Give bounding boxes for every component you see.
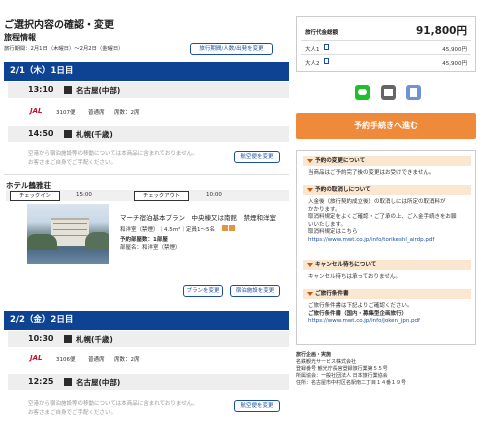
nonsmoking-icon: [222, 225, 228, 231]
terms-text: ご旅行条件書は下記よりご確認ください。 ご旅行条件書（国内・募集型企画旅行） h…: [308, 303, 420, 324]
triangle-icon: [307, 188, 313, 192]
change-flight-button[interactable]: 航空便を変更: [234, 400, 280, 412]
edit-icon[interactable]: [324, 58, 329, 64]
jal-logo-icon: JAL: [30, 354, 43, 362]
transfer-note: 空港から宿泊施設等の移動については本商品に含まれておりません。: [28, 151, 198, 157]
day2-header: 2/2（金）2日目: [4, 311, 289, 330]
change-trip-button[interactable]: 旅行期間/人数/出発を変更: [190, 43, 273, 55]
proceed-button[interactable]: 予約手続きへ進む: [296, 113, 476, 139]
hotel-photo: [27, 204, 109, 264]
total-label: 旅行代金総額: [305, 30, 339, 36]
day1-departure: 13:10 名古屋(中部): [8, 82, 289, 98]
room-name: 部屋名：和洋室（禁煙）: [120, 245, 181, 251]
triangle-icon: [307, 159, 313, 163]
section-cancel-header: 予約の取消しについて: [303, 185, 471, 195]
checkin-time: 15:00: [76, 192, 92, 198]
total-price: 91,800円: [415, 25, 467, 37]
arrival-marker-icon: [64, 378, 72, 386]
change-hotel-button[interactable]: 宿泊施設を変更: [230, 285, 280, 297]
company-info: 旅行企画・実施 名鉄観光サービス株式会社 登録番号 観光庁長官登録旅行業第５５号…: [296, 352, 407, 386]
price-box: 旅行代金総額 91,800円 大人1 45,900円 大人2 45,900円: [296, 16, 476, 72]
arrival-time: 14:50: [28, 129, 54, 138]
departure-marker-icon: [64, 335, 72, 343]
day1-header: 2/1（木）1日目: [4, 62, 289, 81]
change-policy-text: 当商品はご予約完了後の変更はお受けできません。: [308, 170, 435, 176]
day2-arrival: 12:25 名古屋(中部): [8, 374, 289, 390]
jal-logo-icon: JAL: [30, 107, 43, 115]
cancel-policy-text: 入金後（旅行契約成立後）の取消しには所定の取消料が かかります。 取消料規定をよ…: [308, 199, 457, 243]
rooms-booked: 予約部屋数：1部屋: [120, 237, 168, 243]
departure-city: 名古屋(中部): [76, 86, 121, 95]
transfer-note-2: お客さまご自身でご手配ください。: [28, 160, 117, 166]
cancel-policy-link[interactable]: https://www.mwt.co.jp/info/torikeshi_air…: [308, 237, 434, 243]
day2-flight: JAL 3106便 普通席 席数：2席: [8, 348, 289, 373]
checkout-label: チェックアウト: [134, 191, 190, 201]
checkin-checkout-bar: チェックイン 15:00 チェックアウト 10:00: [6, 190, 289, 201]
triangle-icon: [307, 292, 313, 296]
seat-class: 普通席: [88, 357, 105, 363]
section-terms-header: ご旅行条件書: [303, 289, 471, 299]
mail-share-icon[interactable]: [381, 85, 396, 100]
edit-icon[interactable]: [324, 44, 329, 50]
room-details: 和洋室（禁煙）｜4.5ｍ²｜定員1〜5名: [120, 227, 215, 233]
itinerary-heading: 旅程情報: [4, 33, 36, 42]
day1-arrival: 14:50 札幌(千歳): [8, 126, 289, 142]
pax-price-2: 45,900円: [442, 61, 467, 67]
pax-label-1: 大人1: [305, 47, 320, 53]
arrival-city: 名古屋(中部): [76, 378, 121, 387]
flight-number: 3107便: [56, 110, 76, 116]
line-share-icon[interactable]: [355, 85, 370, 100]
plan-name: マーチ宿泊基本プラン 中央棟又は南館 禁煙和洋室: [120, 214, 276, 222]
seat-class: 普通席: [88, 110, 105, 116]
flight-number: 3106便: [56, 357, 76, 363]
section-waitlist-header: キャンセル待ちについて: [303, 260, 471, 270]
arrival-city: 札幌(千歳): [76, 130, 113, 139]
triangle-icon: [307, 263, 313, 267]
memo-share-icon[interactable]: [406, 85, 421, 100]
seat-count: 席数：2席: [114, 357, 140, 363]
terms-link[interactable]: https://www.mwt.co.jp/info/joken_jpn.pdf: [308, 318, 420, 324]
waitlist-text: キャンセル待ちは承っておりません。: [308, 274, 401, 280]
pax-price-1: 45,900円: [442, 47, 467, 53]
day2-departure: 10:30 札幌(千歳): [8, 331, 289, 347]
departure-marker-icon: [64, 86, 72, 94]
travel-dates: 旅行期間：2月1日（木曜日）～2月2日（金曜日）: [4, 46, 124, 52]
divider: [4, 174, 289, 175]
checkout-time: 10:00: [206, 192, 222, 198]
change-plan-button[interactable]: プランを変更: [183, 285, 223, 297]
transfer-note-2: お客さまご自身でご手配ください。: [28, 410, 117, 416]
page-title: ご選択内容の確認・変更: [4, 20, 114, 31]
transfer-note: 空港から宿泊施設等の移動については本商品に含まれておりません。: [28, 401, 198, 407]
departure-time: 13:10: [28, 85, 54, 94]
amenity-icon: [229, 225, 235, 231]
day1-flight: JAL 3107便 普通席 席数：2席: [8, 100, 289, 125]
departure-city: 札幌(千歳): [76, 335, 113, 344]
checkin-label: チェックイン: [10, 191, 60, 201]
change-flight-button[interactable]: 航空便を変更: [234, 151, 280, 163]
arrival-marker-icon: [64, 130, 72, 138]
arrival-time: 12:25: [28, 377, 54, 386]
section-change-header: 予約の変更について: [303, 156, 471, 166]
pax-label-2: 大人2: [305, 61, 320, 67]
seat-count: 席数：2席: [114, 110, 140, 116]
departure-time: 10:30: [28, 334, 54, 343]
